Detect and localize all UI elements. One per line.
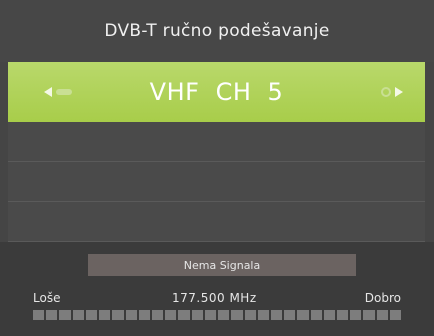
quality-low-label: Loše (33, 291, 61, 305)
signal-status-box: Nema Signala (88, 254, 356, 276)
screen-title: DVB-T ručno podešavanje (104, 21, 330, 41)
meter-segment (125, 310, 137, 320)
meter-segment (204, 310, 217, 320)
quality-high-label: Dobro (364, 291, 401, 305)
meter-segment (72, 310, 84, 320)
meter-segment (244, 310, 256, 320)
channel-band: VHF (149, 78, 200, 106)
remote-key-icon (381, 87, 391, 97)
channel-value: VHF CH 5 (8, 62, 425, 122)
frequency-readout: 177.500 MHz (172, 291, 257, 305)
signal-status-text: Nema Signala (183, 258, 261, 272)
meter-segment (231, 310, 243, 320)
meter-segment (138, 310, 150, 320)
list-item (8, 162, 425, 202)
meter-segment (363, 310, 375, 320)
screen-title-bar: DVB-T ručno podešavanje (0, 0, 434, 62)
empty-list-area (8, 122, 425, 242)
meter-segment (218, 310, 230, 320)
meter-segment (33, 310, 45, 320)
meter-segment (389, 310, 402, 320)
right-arrow-icon (395, 87, 403, 97)
list-item (8, 122, 425, 162)
meter-segment (59, 310, 71, 320)
list-item (8, 202, 425, 242)
meter-segment (191, 310, 203, 320)
meter-segment (297, 310, 309, 320)
channel-number: 5 (267, 78, 284, 106)
channel-label: CH (215, 78, 252, 106)
meter-segment (270, 310, 283, 320)
meter-segment (85, 310, 98, 320)
meter-segment (178, 310, 190, 320)
meter-segment (46, 310, 58, 320)
meter-segment (284, 310, 296, 320)
channel-next-control[interactable] (381, 80, 403, 104)
meter-segment (337, 310, 349, 320)
channel-selector[interactable]: VHF CH 5 (8, 62, 425, 122)
meter-segment (323, 310, 336, 320)
meter-segment (376, 310, 388, 320)
signal-quality-meter (33, 310, 402, 320)
meter-segment (151, 310, 164, 320)
meter-segment (112, 310, 124, 320)
meter-segment (165, 310, 177, 320)
meter-segment (99, 310, 111, 320)
meter-segment (257, 310, 269, 320)
meter-segment (350, 310, 362, 320)
meter-segment (310, 310, 322, 320)
